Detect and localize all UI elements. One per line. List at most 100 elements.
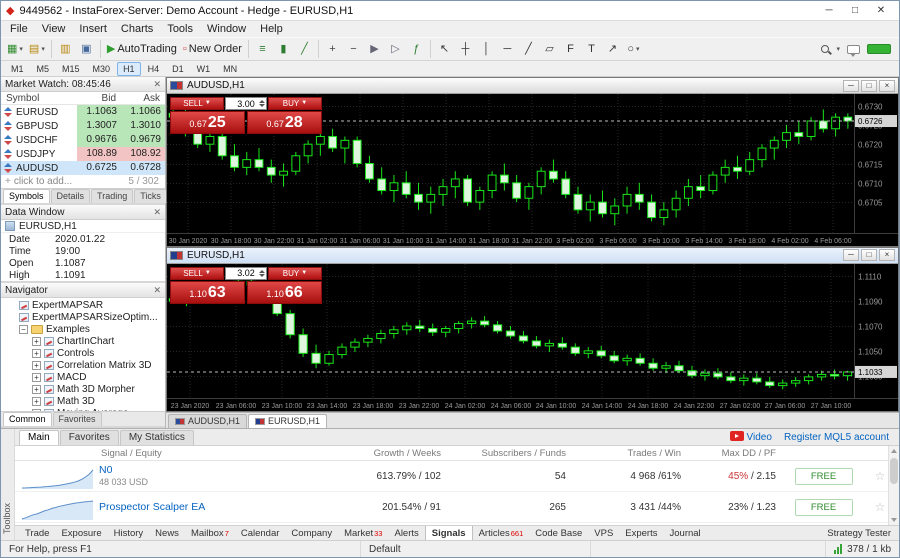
- column-header[interactable]: Max DD / PF: [691, 448, 786, 459]
- toolbox-tab-mailbox[interactable]: Mailbox7: [185, 526, 235, 540]
- search-icon[interactable]: [821, 45, 829, 53]
- buy-price-button[interactable]: 1.10 66: [247, 281, 322, 304]
- crosshair-tool-button[interactable]: ┼: [455, 39, 476, 59]
- auto-scroll-button[interactable]: ▶: [364, 39, 385, 59]
- register-mql5-link[interactable]: Register MQL5 account: [784, 432, 889, 443]
- navigator-item[interactable]: ExpertMAPSAR: [1, 299, 165, 311]
- timeframe-mn-button[interactable]: MN: [217, 62, 243, 76]
- menu-window[interactable]: Window: [200, 23, 253, 35]
- navigator-item[interactable]: +Controls: [1, 347, 165, 359]
- volume-spinner[interactable]: [258, 98, 265, 109]
- tree-expand-icon[interactable]: +: [32, 397, 41, 406]
- shapes-tool-button[interactable]: ○▾: [623, 39, 644, 59]
- timeframe-m30-button[interactable]: M30: [87, 62, 117, 76]
- chart-minimize-button[interactable]: ─: [843, 249, 859, 261]
- navigator-item[interactable]: +Math 3D: [1, 395, 165, 407]
- chart-window-titlebar[interactable]: AUDUSD,H1 ─ □ ×: [167, 78, 898, 94]
- chart-close-button[interactable]: ×: [879, 80, 895, 92]
- signals-tab-main[interactable]: Main: [19, 430, 59, 445]
- tree-expand-icon[interactable]: −: [19, 325, 28, 334]
- market-watch-tab-trading[interactable]: Trading: [91, 189, 133, 203]
- menu-view[interactable]: View: [35, 23, 73, 35]
- timeframe-h4-button[interactable]: H4: [142, 62, 166, 76]
- buy-button[interactable]: BUY▼: [268, 267, 322, 280]
- fibonacci-tool-button[interactable]: F: [560, 39, 581, 59]
- market-watch-row-eurusd[interactable]: EURUSD 1.1063 1.1066: [1, 105, 165, 119]
- chart-maximize-button[interactable]: □: [861, 80, 877, 92]
- market-watch-toggle-button[interactable]: ▥: [55, 39, 76, 59]
- signal-price-button[interactable]: FREE: [795, 468, 853, 485]
- market-watch-row-usdjpy[interactable]: USDJPY 108.89 108.92: [1, 147, 165, 161]
- market-watch-add-row[interactable]: + click to add... 5 / 302: [1, 175, 165, 188]
- chart-tab-eurusd[interactable]: EURUSD,H1: [248, 414, 327, 428]
- signals-tab-my-statistics[interactable]: My Statistics: [120, 430, 194, 445]
- volume-input[interactable]: 3.00: [225, 97, 267, 110]
- toolbox-tab-articles[interactable]: Articles661: [473, 526, 530, 540]
- signal-row[interactable]: Prospector Scalper EA 201.54% / 91 265 3…: [15, 492, 899, 523]
- toolbox-tab-alerts[interactable]: Alerts: [388, 526, 424, 540]
- navigator-tab-common[interactable]: Common: [3, 412, 52, 426]
- status-profile[interactable]: Default: [361, 541, 591, 557]
- volume-input[interactable]: 3.02: [225, 267, 267, 280]
- arrows-tool-button[interactable]: ↗: [602, 39, 623, 59]
- volume-spinner[interactable]: [258, 268, 265, 279]
- tree-expand-icon[interactable]: +: [32, 361, 41, 370]
- indicators-button[interactable]: ƒ: [406, 39, 427, 59]
- cursor-tool-button[interactable]: ↖: [434, 39, 455, 59]
- toolbox-tab-code-base[interactable]: Code Base: [529, 526, 588, 540]
- chart-close-button[interactable]: ×: [879, 249, 895, 261]
- toolbox-tab-history[interactable]: History: [108, 526, 150, 540]
- window-close-button[interactable]: ✕: [868, 3, 894, 19]
- buy-price-button[interactable]: 0.67 28: [247, 111, 322, 134]
- timeframe-w1-button[interactable]: W1: [191, 62, 217, 76]
- toolbox-tab-company[interactable]: Company: [285, 526, 338, 540]
- sell-price-button[interactable]: 1.10 63: [170, 281, 245, 304]
- strategy-tester-label[interactable]: Strategy Tester: [827, 528, 895, 539]
- menu-help[interactable]: Help: [253, 23, 290, 35]
- trendline-tool-button[interactable]: ╱: [518, 39, 539, 59]
- window-maximize-button[interactable]: □: [842, 3, 868, 19]
- navigator-tab-favorites[interactable]: Favorites: [53, 412, 102, 426]
- column-header[interactable]: Subscribers / Funds: [451, 448, 576, 459]
- navigator-item[interactable]: +MACD: [1, 371, 165, 383]
- toolbox-tab-experts[interactable]: Experts: [619, 526, 663, 540]
- timeframe-m1-button[interactable]: M1: [5, 62, 30, 76]
- timeframe-h1-button[interactable]: H1: [117, 62, 141, 76]
- chart-tab-audusd[interactable]: AUDUSD,H1: [168, 414, 247, 428]
- zoom-out-button[interactable]: −: [343, 39, 364, 59]
- timeframe-m5-button[interactable]: M5: [31, 62, 56, 76]
- toolbox-tab-trade[interactable]: Trade: [19, 526, 55, 540]
- toolbox-tab-journal[interactable]: Journal: [664, 526, 707, 540]
- close-icon[interactable]: ✕: [153, 79, 161, 90]
- navigator-item[interactable]: ExpertMAPSARSizeOptim...: [1, 311, 165, 323]
- signal-name-link[interactable]: N0: [99, 464, 321, 476]
- chart-maximize-button[interactable]: □: [861, 249, 877, 261]
- chat-icon[interactable]: [847, 45, 860, 54]
- video-link[interactable]: Video: [730, 431, 772, 443]
- sell-button[interactable]: SELL▼: [170, 267, 224, 280]
- toolbox-tab-signals[interactable]: Signals: [425, 526, 473, 540]
- signals-tab-favorites[interactable]: Favorites: [60, 430, 119, 445]
- close-icon[interactable]: ✕: [153, 207, 161, 218]
- toolbox-tab-calendar[interactable]: Calendar: [235, 526, 286, 540]
- buy-button[interactable]: BUY▼: [268, 97, 322, 110]
- horizontal-line-tool-button[interactable]: ─: [497, 39, 518, 59]
- menu-file[interactable]: File: [3, 23, 35, 35]
- chart-minimize-button[interactable]: ─: [843, 80, 859, 92]
- column-header[interactable]: Signal / Equity: [99, 448, 321, 459]
- chart-canvas[interactable]: 30 Jan 202030 Jan 18:0030 Jan 22:0031 Ja…: [167, 94, 898, 246]
- sell-price-button[interactable]: 0.67 25: [170, 111, 245, 134]
- channel-tool-button[interactable]: ▱: [539, 39, 560, 59]
- tree-expand-icon[interactable]: +: [32, 385, 41, 394]
- autotrading-button[interactable]: ▶AutoTrading: [104, 39, 180, 59]
- toolbox-tab-news[interactable]: News: [149, 526, 185, 540]
- toolbox-tab-vps[interactable]: VPS: [588, 526, 619, 540]
- zoom-in-button[interactable]: +: [322, 39, 343, 59]
- toolbox-tab-market[interactable]: Market33: [338, 526, 388, 540]
- navigator-item[interactable]: +Math 3D Morpher: [1, 383, 165, 395]
- profiles-button[interactable]: ▤▾: [26, 39, 48, 59]
- new-order-button[interactable]: ▫New Order: [180, 39, 245, 59]
- chart-window-titlebar[interactable]: EURUSD,H1 ─ □ ×: [167, 248, 898, 264]
- chart-shift-button[interactable]: ▷: [385, 39, 406, 59]
- timeframe-m15-button[interactable]: M15: [56, 62, 86, 76]
